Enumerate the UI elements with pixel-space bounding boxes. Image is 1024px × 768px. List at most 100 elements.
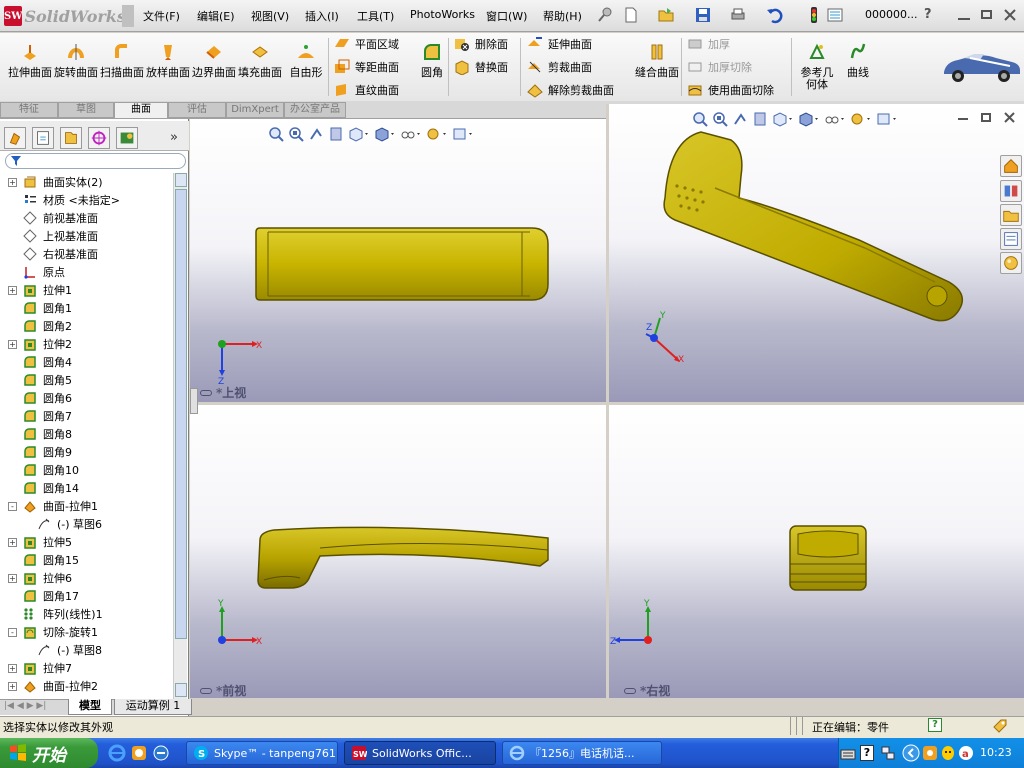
section-view-icon[interactable] — [328, 126, 344, 142]
tree-item[interactable]: 圆角8 — [0, 425, 173, 443]
expand-toggle-icon[interactable]: + — [8, 177, 17, 187]
task-skype[interactable]: S Skype™ - tanpeng761 — [186, 741, 338, 765]
tree-item[interactable]: 原点 — [0, 263, 173, 281]
property-manager-tab-icon[interactable] — [32, 127, 54, 149]
tree-item[interactable]: 圆角14 — [0, 479, 173, 497]
scroll-down-button[interactable] — [175, 683, 187, 697]
feature-tree-scrollbar[interactable] — [173, 173, 187, 699]
dimxpert-manager-tab-icon[interactable] — [88, 127, 110, 149]
minimize-button[interactable] — [958, 18, 970, 20]
appearances-icon[interactable] — [1000, 252, 1022, 274]
sweep-surface-button[interactable]: 扫描曲面 — [100, 42, 144, 79]
extrude-surface-button[interactable]: 拉伸曲面 — [8, 42, 52, 79]
undo-icon[interactable] — [765, 6, 783, 24]
restore-button[interactable] — [981, 10, 992, 19]
fillet-button[interactable]: 圆角 — [418, 42, 446, 79]
expand-toggle-icon[interactable]: + — [8, 681, 17, 691]
menu-tools[interactable]: 工具(T) — [357, 8, 394, 24]
part-top-view[interactable] — [250, 222, 552, 306]
scroll-thumb[interactable] — [175, 189, 187, 639]
zoom-to-area-icon[interactable] — [712, 111, 728, 127]
pin-icon[interactable] — [596, 6, 614, 24]
offset-surface-button[interactable]: 等距曲面 — [334, 59, 399, 75]
network-icon[interactable] — [880, 745, 896, 761]
reference-geometry-button[interactable]: 参考几何体 — [796, 42, 838, 91]
tree-item[interactable]: + 拉伸6 — [0, 569, 173, 587]
edit-appearance-icon[interactable] — [850, 111, 872, 127]
tree-item[interactable]: 圆角1 — [0, 299, 173, 317]
tree-item[interactable]: 阵列(线性)1 — [0, 605, 173, 623]
internet-explorer-icon[interactable] — [108, 744, 126, 762]
tag-icon[interactable] — [992, 718, 1008, 734]
tree-item[interactable]: 材质 <未指定> — [0, 191, 173, 209]
tree-item[interactable]: 圆角5 — [0, 371, 173, 389]
tree-item[interactable]: + 曲面实体(2) — [0, 173, 173, 191]
view-orientation-icon[interactable] — [772, 111, 794, 127]
part-front-view[interactable] — [254, 522, 554, 592]
tree-item[interactable]: 上视基准面 — [0, 227, 173, 245]
viewport-minimize-button[interactable] — [958, 118, 968, 120]
previous-view-icon[interactable] — [308, 126, 324, 142]
thicken-cut-button[interactable]: 加厚切除 — [687, 59, 752, 75]
revolve-surface-button[interactable]: 旋转曲面 — [54, 42, 98, 79]
menu-help[interactable]: 帮助(H) — [543, 8, 582, 24]
menu-edit[interactable]: 编辑(E) — [197, 8, 235, 24]
tree-item[interactable]: 圆角15 — [0, 551, 173, 569]
menu-photoworks[interactable]: PhotoWorks — [410, 8, 475, 21]
menu-file[interactable]: 文件(F) — [143, 8, 180, 24]
expand-toggle-icon[interactable]: + — [8, 663, 17, 673]
tree-item[interactable]: 圆角2 — [0, 317, 173, 335]
tab-office-products[interactable]: 办公室产品 — [284, 102, 346, 118]
zoom-to-area-icon[interactable] — [288, 126, 304, 142]
tree-item[interactable]: + 拉伸7 — [0, 659, 173, 677]
tree-item[interactable]: - 切除-旋转1 — [0, 623, 173, 641]
tree-item[interactable]: 圆角6 — [0, 389, 173, 407]
tree-item[interactable]: 圆角9 — [0, 443, 173, 461]
tab-sketch[interactable]: 草图 — [58, 102, 114, 118]
edit-appearance-icon[interactable] — [426, 126, 448, 142]
fill-surface-button[interactable]: 填充曲面 — [238, 42, 282, 79]
menu-view[interactable]: 视图(V) — [251, 8, 289, 24]
display-style-icon[interactable] — [798, 111, 820, 127]
scroll-up-button[interactable] — [175, 173, 187, 187]
thicken-button[interactable]: 加厚 — [687, 36, 730, 52]
tab-features[interactable]: 特征 — [0, 102, 58, 118]
tree-item[interactable]: 前视基准面 — [0, 209, 173, 227]
tray-messenger-icon[interactable]: a — [958, 745, 974, 761]
knit-surface-button[interactable]: 缝合曲面 — [635, 42, 679, 79]
tree-item[interactable]: + 拉伸2 — [0, 335, 173, 353]
menu-insert[interactable]: 插入(I) — [305, 8, 339, 24]
open-folder-icon[interactable] — [657, 6, 675, 24]
design-library-icon[interactable] — [1000, 180, 1022, 202]
viewport-restore-button[interactable] — [981, 113, 991, 122]
tree-item[interactable]: 右视基准面 — [0, 245, 173, 263]
task-solidworks[interactable]: SW SolidWorks Offic... — [344, 741, 496, 765]
ruled-surface-button[interactable]: 直纹曲面 — [334, 82, 399, 98]
configuration-manager-tab-icon[interactable] — [60, 127, 82, 149]
tree-item[interactable]: + 拉伸1 — [0, 281, 173, 299]
hide-show-items-icon[interactable] — [400, 126, 422, 142]
cut-with-surface-button[interactable]: 使用曲面切除 — [687, 82, 774, 98]
link-views-icon[interactable] — [200, 687, 212, 694]
keyboard-icon[interactable] — [840, 746, 856, 762]
curves-button[interactable]: 曲线 — [842, 42, 874, 79]
file-explorer-icon[interactable] — [1000, 204, 1022, 226]
close-window-icon[interactable] — [1004, 9, 1016, 21]
tree-item[interactable]: 圆角4 — [0, 353, 173, 371]
freeform-button[interactable]: 自由形 — [284, 42, 328, 79]
part-right-view[interactable] — [788, 524, 868, 592]
zoom-to-fit-icon[interactable] — [692, 111, 708, 127]
title-field[interactable]: 000000... — [865, 8, 917, 21]
rebuild-traffic-light-icon[interactable] — [805, 6, 823, 24]
view-orientation-icon[interactable] — [348, 126, 370, 142]
feature-tree-filter[interactable] — [5, 153, 186, 169]
expand-toggle-icon[interactable]: + — [8, 285, 17, 295]
planar-surface-button[interactable]: 平面区域 — [334, 36, 399, 52]
task-browser[interactable]: 『1256』电话机话... — [502, 741, 662, 765]
tab-nav-arrows[interactable]: |◀ ◀ ▶ ▶| — [4, 701, 64, 713]
expand-panel-chevron-icon[interactable]: » — [170, 130, 178, 145]
collapse-toggle-icon[interactable]: - — [8, 627, 17, 637]
view-settings-icon[interactable] — [876, 111, 898, 127]
tab-evaluate[interactable]: 评估 — [168, 102, 226, 118]
tray-app-icon[interactable] — [922, 745, 938, 761]
